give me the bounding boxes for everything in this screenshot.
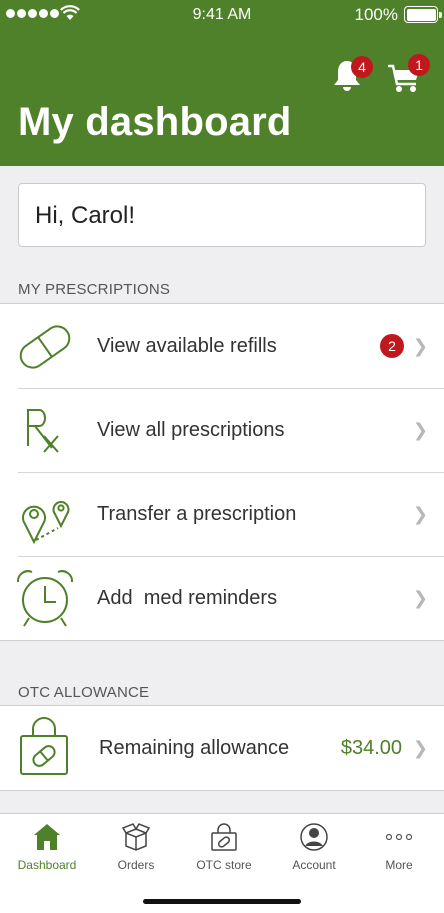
cart-button[interactable]: 1 <box>386 54 430 99</box>
prescriptions-list: View available refills 2 ❯ View all pres… <box>0 303 444 641</box>
prescriptions-section-label: MY PRESCRIPTIONS <box>18 281 171 298</box>
page-title: My dashboard <box>18 100 292 144</box>
tab-orders[interactable]: Orders <box>92 822 180 872</box>
allowance-amount: $34.00 <box>340 736 402 759</box>
remaining-allowance-row[interactable]: Remaining allowance $34.00 ❯ <box>0 706 444 790</box>
bag-icon <box>211 823 237 851</box>
chevron-right-icon: ❯ <box>412 335 428 356</box>
transfer-prescription-label: Transfer a prescription <box>97 502 297 525</box>
tab-bar: Dashboard Orders OTC store Account More <box>0 813 444 913</box>
tab-account-label: Account <box>292 858 336 872</box>
tab-dashboard-label: Dashboard <box>17 858 77 872</box>
view-refills-row[interactable]: View available refills 2 ❯ <box>0 304 444 388</box>
notifications-button[interactable]: 4 <box>331 56 373 99</box>
pill-icon <box>19 325 71 369</box>
tab-orders-label: Orders <box>117 858 155 872</box>
med-reminders-row[interactable]: Add med reminders ❯ <box>0 556 444 640</box>
home-indicator <box>143 899 301 904</box>
alarm-clock-icon <box>16 570 74 627</box>
cart-badge: 1 <box>408 54 430 76</box>
box-icon <box>121 823 151 851</box>
view-all-prescriptions-label: View all prescriptions <box>97 418 285 441</box>
battery-icon <box>404 6 442 23</box>
status-bar: 9:41 AM 100% <box>0 0 444 30</box>
shopping-bag-icon <box>20 717 68 775</box>
app-header: 9:41 AM 100% 4 1 My dashboard <box>0 0 444 166</box>
tab-dashboard[interactable]: Dashboard <box>3 822 91 872</box>
chevron-right-icon: ❯ <box>412 737 428 758</box>
rx-icon <box>27 409 59 453</box>
chevron-right-icon: ❯ <box>412 503 428 524</box>
home-icon <box>34 824 60 850</box>
otc-list: Remaining allowance $34.00 ❯ <box>0 705 444 791</box>
refills-count-badge: 2 <box>380 334 404 358</box>
view-refills-label: View available refills <box>97 334 277 357</box>
tab-otc-store[interactable]: OTC store <box>180 822 268 872</box>
greeting-card: Hi, Carol! <box>18 183 426 247</box>
med-reminders-label: Add med reminders <box>97 586 278 609</box>
view-all-prescriptions-row[interactable]: View all prescriptions ❯ <box>0 388 444 472</box>
ellipsis-icon <box>385 833 413 841</box>
otc-section-label: OTC ALLOWANCE <box>18 684 150 701</box>
chevron-right-icon: ❯ <box>412 587 428 608</box>
map-pins-icon <box>22 501 70 545</box>
remaining-allowance-label: Remaining allowance <box>99 736 290 759</box>
chevron-right-icon: ❯ <box>412 419 428 440</box>
tab-more[interactable]: More <box>355 822 443 872</box>
battery-percentage: 100% <box>354 5 398 24</box>
tab-more-label: More <box>385 858 413 872</box>
tab-otc-store-label: OTC store <box>196 858 252 872</box>
notifications-badge: 4 <box>351 56 373 78</box>
person-icon <box>300 823 328 851</box>
transfer-prescription-row[interactable]: Transfer a prescription ❯ <box>0 472 444 556</box>
tab-account[interactable]: Account <box>270 822 358 872</box>
